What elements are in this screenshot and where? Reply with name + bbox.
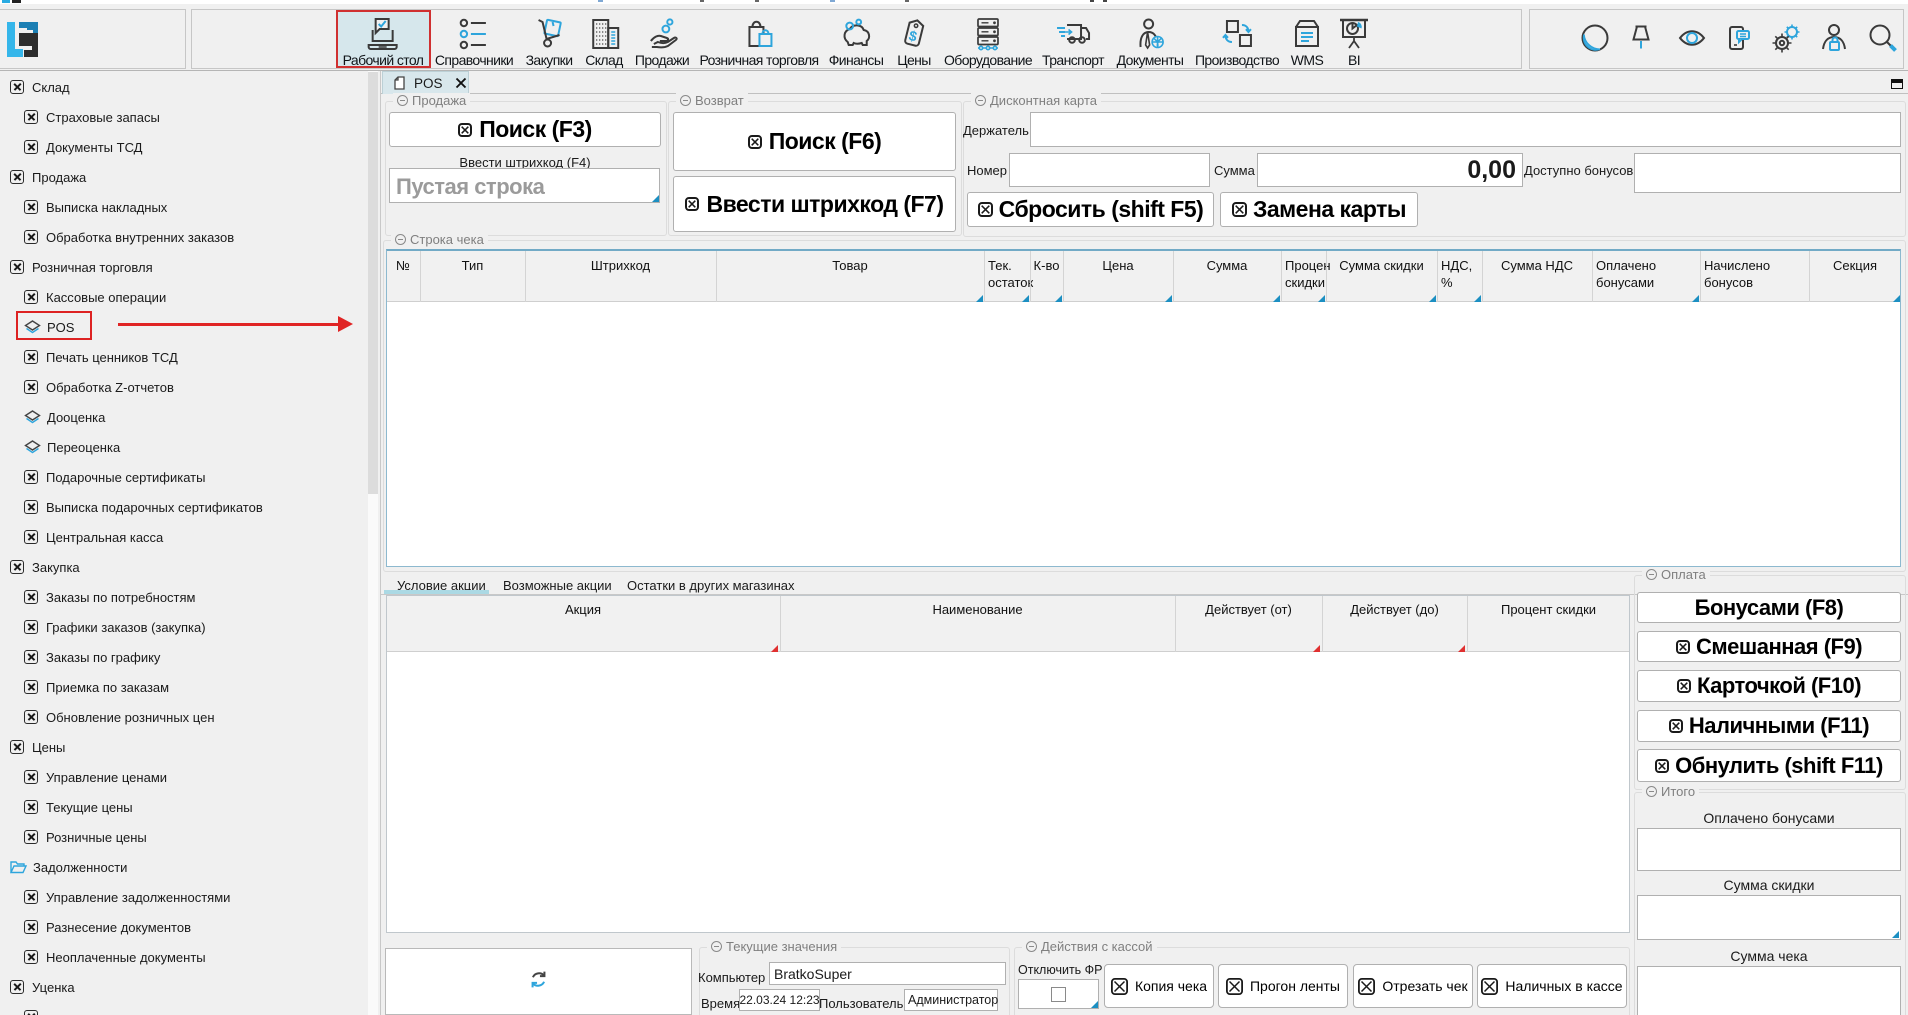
svg-text:$: $ bbox=[907, 27, 919, 44]
